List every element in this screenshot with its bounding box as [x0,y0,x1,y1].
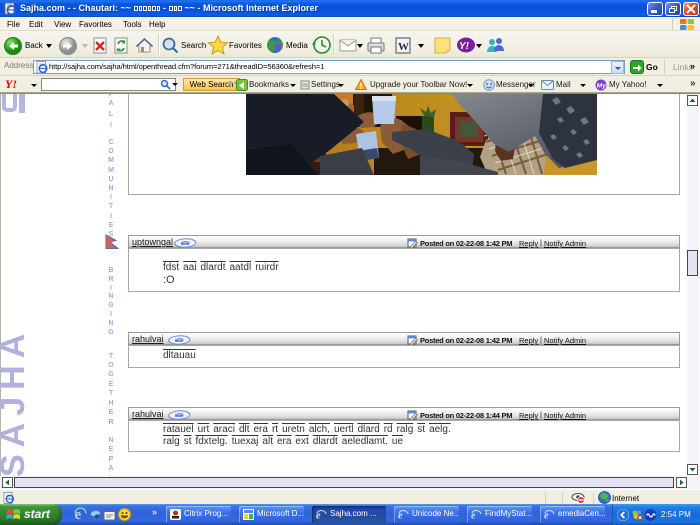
svg-text:Y!: Y! [459,41,470,52]
svg-text:My: My [597,83,606,90]
svg-text:W: W [398,41,409,53]
